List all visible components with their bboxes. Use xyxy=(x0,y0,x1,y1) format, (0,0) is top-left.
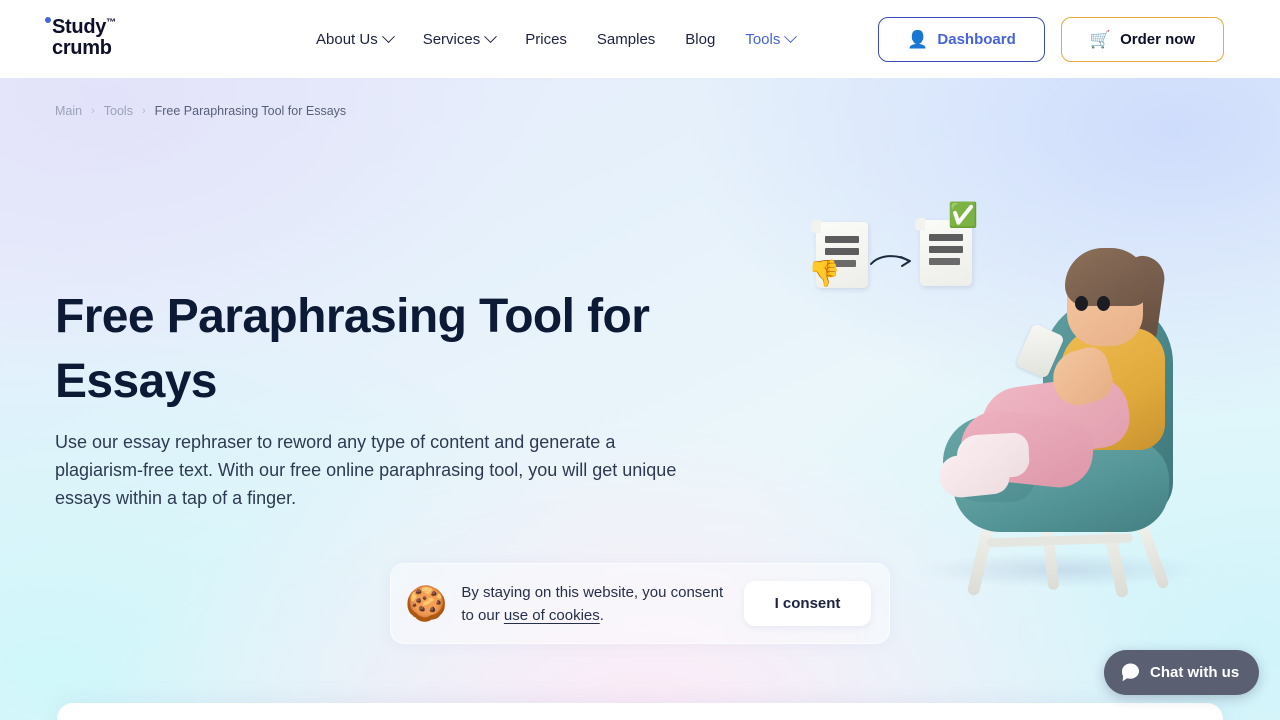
nav-label-tools: Tools xyxy=(745,30,781,48)
hero-illustration: 👎 ✅ xyxy=(790,190,1230,620)
dashboard-button-label: Dashboard xyxy=(937,31,1016,48)
use-of-cookies-link[interactable]: use of cookies xyxy=(504,607,600,624)
nav-label-about-us: About Us xyxy=(316,30,378,48)
chevron-down-icon xyxy=(381,29,395,43)
nav-item-about-us[interactable]: About Us xyxy=(316,29,395,48)
logo-trademark: ™ xyxy=(106,17,116,29)
nav-item-samples[interactable]: Samples xyxy=(597,31,655,48)
chevron-down-icon xyxy=(484,29,498,43)
nav-label-samples: Samples xyxy=(596,30,656,48)
cookie-text-after: . xyxy=(599,606,604,624)
speech-bubble-icon xyxy=(1122,663,1139,682)
logo[interactable]: Study™ crumb xyxy=(45,16,116,59)
chevron-down-icon xyxy=(784,29,798,43)
logo-text-study: Study xyxy=(52,16,107,38)
nav-label-services: Services xyxy=(422,30,481,48)
cookie-banner-text: By staying on this website, you consent … xyxy=(461,581,730,627)
character-eye xyxy=(1097,296,1110,311)
breadcrumb: Main › Tools › Free Paraphrasing Tool fo… xyxy=(55,104,346,118)
breadcrumb-item-tools[interactable]: Tools xyxy=(104,104,133,118)
user-icon: 👤 xyxy=(907,30,929,49)
nav-item-tools[interactable]: Tools xyxy=(745,29,798,48)
breadcrumb-separator-icon: › xyxy=(141,105,146,117)
main-navigation: About Us Services Prices Samples Blog To… xyxy=(316,0,798,78)
document-line xyxy=(825,248,859,255)
document-line xyxy=(825,236,859,243)
breadcrumb-separator-icon: › xyxy=(91,105,95,117)
logo-line-2: crumb xyxy=(52,37,112,59)
dashboard-button[interactable]: 👤 Dashboard xyxy=(878,17,1045,62)
nav-label-blog: Blog xyxy=(685,30,716,48)
thumbs-down-icon: 👎 xyxy=(808,258,841,288)
chat-widget-button[interactable]: Chat with us xyxy=(1104,650,1259,695)
character-sock xyxy=(936,450,1012,500)
logo-dot-icon xyxy=(45,17,51,23)
breadcrumb-item-main[interactable]: Main xyxy=(55,104,82,118)
hero-subtitle: Use our essay rephraser to reword any ty… xyxy=(55,432,677,508)
cookie-consent-banner: 🍪 By staying on this website, you consen… xyxy=(390,563,890,644)
page-title: Free Paraphrasing Tool for Essays xyxy=(55,290,650,408)
character-eye xyxy=(1075,296,1088,311)
order-now-button[interactable]: 🛒 Order now xyxy=(1061,17,1224,62)
nav-label-prices: Prices xyxy=(525,30,567,48)
page-root: Study™ crumb About Us Services Prices Sa… xyxy=(0,0,1280,720)
i-consent-button[interactable]: I consent xyxy=(744,581,871,626)
nav-item-services[interactable]: Services xyxy=(422,29,498,48)
order-now-button-label: Order now xyxy=(1120,31,1196,48)
nav-item-prices[interactable]: Prices xyxy=(525,31,567,48)
site-header: Study™ crumb About Us Services Prices Sa… xyxy=(0,0,1280,78)
nav-item-blog[interactable]: Blog xyxy=(685,31,715,48)
chat-widget-label: Chat with us xyxy=(1150,664,1240,681)
breadcrumb-item-current: Free Paraphrasing Tool for Essays xyxy=(154,104,347,118)
character-illustration xyxy=(895,200,1225,620)
cookie-icon: 🍪 xyxy=(405,584,448,623)
content-card-below-fold xyxy=(57,703,1223,720)
logo-line-1: Study™ xyxy=(45,16,116,38)
shopping-cart-icon: 🛒 xyxy=(1089,30,1112,49)
